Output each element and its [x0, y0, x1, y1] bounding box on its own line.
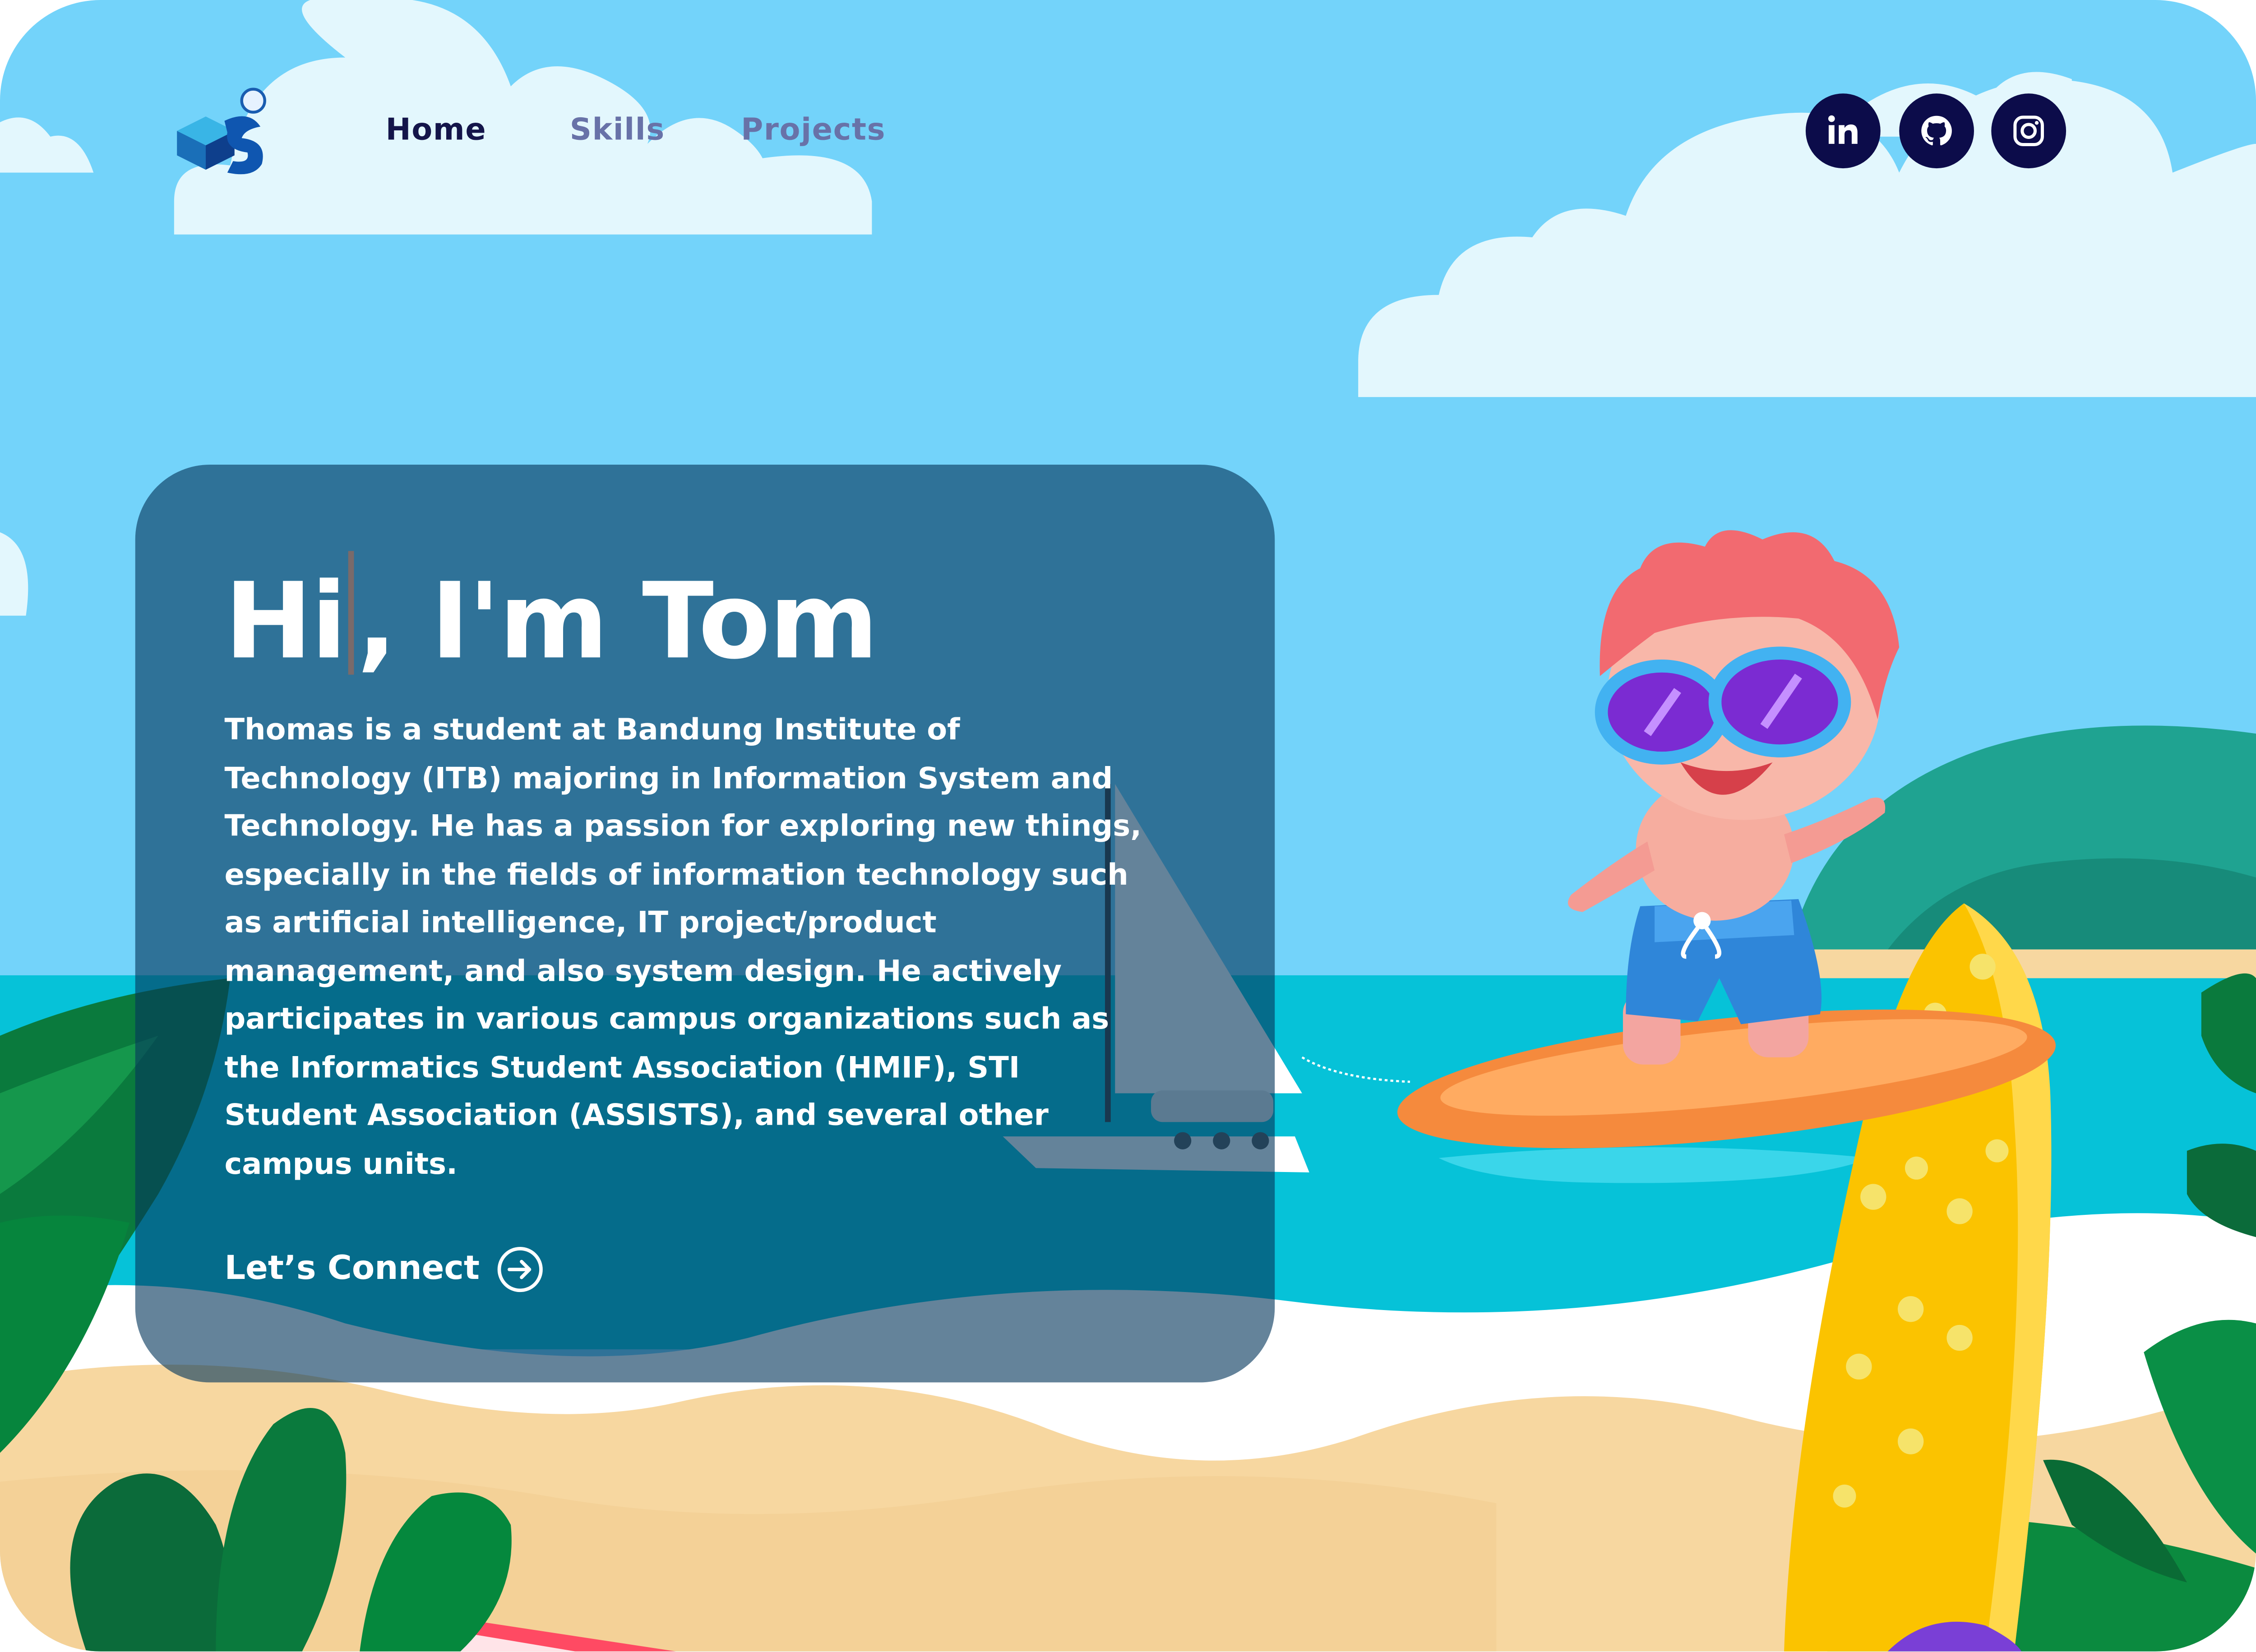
hero-greeting-hi: Hi — [224, 561, 347, 683]
instagram-icon — [2013, 115, 2044, 146]
lets-connect-label: Let’s Connect — [224, 1250, 480, 1287]
hero-card: Hi, I'm Tom Thomas is a student at Bandu… — [135, 464, 1275, 1383]
hero-heading: Hi, I'm Tom — [224, 551, 878, 683]
github-button[interactable] — [1899, 93, 1974, 169]
nav-link-projects[interactable]: Projects — [741, 112, 886, 147]
instagram-button[interactable] — [1991, 93, 2066, 169]
nav-link-home[interactable]: Home — [386, 112, 487, 147]
hero-bio: Thomas is a student at Bandung Institute… — [224, 712, 1142, 1181]
site-logo[interactable] — [170, 81, 279, 181]
github-icon — [1921, 115, 1952, 146]
nav-link-skills[interactable]: Skills — [570, 112, 665, 147]
app-window: Home Skills Projects Hi, I'm Tom Thomas … — [0, 0, 2256, 1652]
arrow-circle-right-icon — [498, 1246, 543, 1292]
linkedin-button[interactable] — [1805, 93, 1881, 169]
hero-greeting-name: , I'm Tom — [357, 561, 878, 683]
lets-connect-button[interactable]: Let’s Connect — [224, 1241, 544, 1296]
linkedin-icon — [1828, 115, 1858, 144]
typing-caret — [348, 551, 354, 675]
